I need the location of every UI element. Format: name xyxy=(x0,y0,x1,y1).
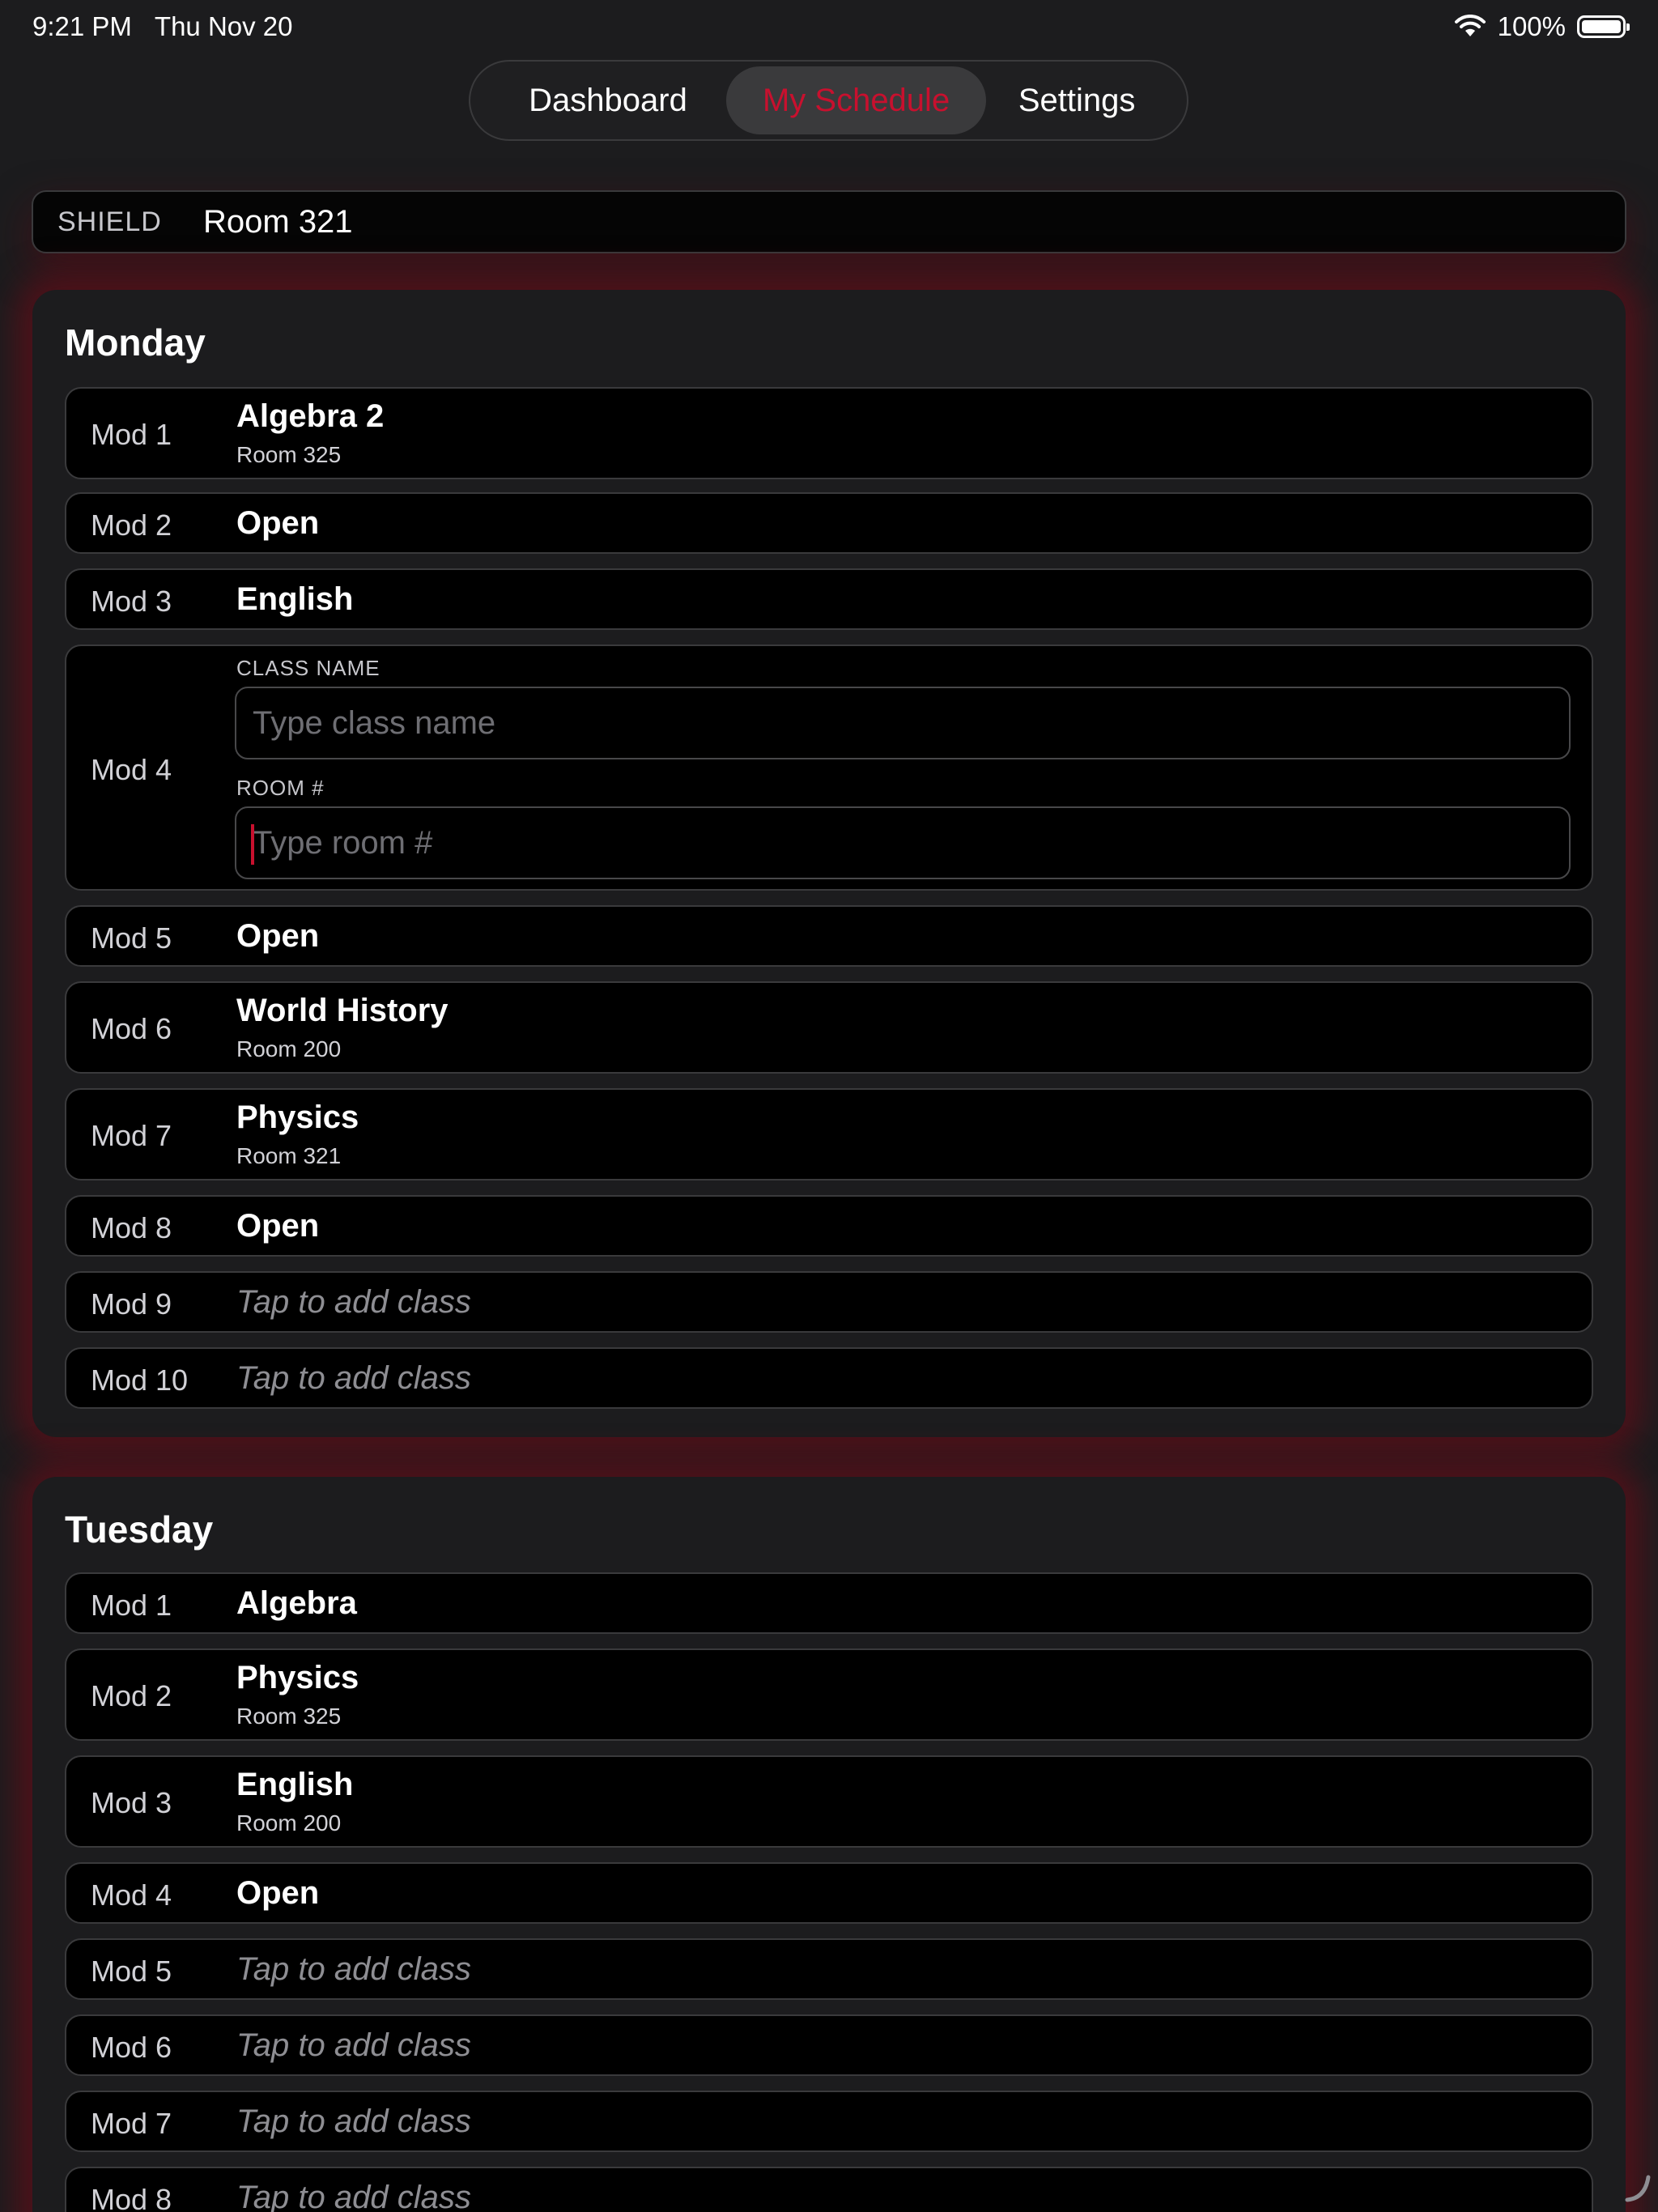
mod-label: Mod 8 xyxy=(91,2183,172,2212)
class-name: Algebra xyxy=(236,1585,357,1621)
room-number: Room 325 xyxy=(236,1704,342,1729)
class-name: Open xyxy=(236,505,320,541)
mod-label: Mod 3 xyxy=(91,585,172,618)
add-class-placeholder: Tap to add class xyxy=(236,1360,471,1396)
mod-label: Mod 9 xyxy=(91,1287,172,1321)
status-date: Thu Nov 20 xyxy=(154,11,293,41)
mod-row[interactable]: Mod 8 Tap to add class xyxy=(65,2167,1593,2212)
class-name: Open xyxy=(236,1875,320,1911)
mod-row[interactable]: Mod 2 Open xyxy=(65,492,1593,554)
shield-label: SHIELD xyxy=(57,206,162,237)
mod-label: Mod 2 xyxy=(91,1679,172,1712)
shield-row[interactable]: SHIELD Room 321 xyxy=(32,190,1626,253)
add-class-placeholder: Tap to add class xyxy=(236,2104,471,2139)
mod-row[interactable]: Mod 6 Tap to add class xyxy=(65,2014,1593,2076)
mod-row[interactable]: Mod 7 Tap to add class xyxy=(65,2091,1593,2152)
class-name: World History xyxy=(236,993,449,1028)
mod-label: Mod 6 xyxy=(91,2031,172,2064)
room-label: ROOM # xyxy=(236,776,325,800)
mod-row[interactable]: Mod 2 Physics Room 325 xyxy=(65,1648,1593,1741)
add-class-placeholder: Tap to add class xyxy=(236,2180,471,2212)
mod-label: Mod 1 xyxy=(91,1589,172,1622)
mod-label: Mod 10 xyxy=(91,1363,189,1397)
class-name-input[interactable] xyxy=(235,687,1571,759)
tab-my-schedule[interactable]: My Schedule xyxy=(725,66,987,134)
mod-label: Mod 1 xyxy=(91,418,172,451)
mod-row[interactable]: Mod 1 Algebra 2 Room 325 xyxy=(65,387,1593,479)
class-name: Open xyxy=(236,918,320,954)
mod-row[interactable]: Mod 9 Tap to add class xyxy=(65,1271,1593,1333)
mod-row[interactable]: Mod 7 Physics Room 321 xyxy=(65,1088,1593,1180)
class-name: Physics xyxy=(236,1660,359,1695)
room-number: Room 325 xyxy=(236,442,342,467)
mod-label: Mod 5 xyxy=(91,921,172,955)
day-card-tuesday: Tuesday Mod 1 Algebra Mod 2 Physics Room… xyxy=(32,1477,1626,2212)
mod-label: Mod 5 xyxy=(91,1955,172,1988)
mod-label: Mod 7 xyxy=(91,1119,172,1152)
mod-label: Mod 4 xyxy=(91,1878,172,1912)
mod-row[interactable]: Mod 3 English xyxy=(65,568,1593,630)
mod-row[interactable]: Mod 4 Open xyxy=(65,1862,1593,1924)
status-right: 100% xyxy=(1454,11,1630,42)
mod-label: Mod 7 xyxy=(91,2107,172,2140)
tab-dashboard[interactable]: Dashboard xyxy=(490,66,726,134)
room-input[interactable] xyxy=(235,806,1571,879)
mod-label: Mod 3 xyxy=(91,1786,172,1819)
room-number: Room 200 xyxy=(236,1810,342,1836)
mod-row[interactable]: Mod 3 English Room 200 xyxy=(65,1755,1593,1848)
status-time: 9:21 PM xyxy=(32,11,132,41)
day-title: Monday xyxy=(65,321,206,364)
resize-handle[interactable] xyxy=(1621,2171,1653,2207)
day-card-monday: Monday Mod 1 Algebra 2 Room 325 Mod 2 Op… xyxy=(32,290,1626,1437)
room-number: Room 321 xyxy=(236,1143,342,1168)
class-name: Algebra 2 xyxy=(236,398,385,434)
tab-settings[interactable]: Settings xyxy=(986,66,1167,134)
add-class-placeholder: Tap to add class xyxy=(236,1951,471,1987)
tab-bar: Dashboard My Schedule Settings xyxy=(469,60,1188,141)
text-cursor xyxy=(251,824,254,865)
status-bar: 9:21 PM Thu Nov 20 100% xyxy=(32,11,1630,47)
day-title: Tuesday xyxy=(65,1508,214,1551)
add-class-placeholder: Tap to add class xyxy=(236,1284,471,1320)
mod-row[interactable]: Mod 10 Tap to add class xyxy=(65,1347,1593,1409)
mod-row[interactable]: Mod 6 World History Room 200 xyxy=(65,981,1593,1074)
mod-row[interactable]: Mod 5 Tap to add class xyxy=(65,1938,1593,2000)
add-class-placeholder: Tap to add class xyxy=(236,2027,471,2063)
mod-row-editing: Mod 4 CLASS NAME ROOM # xyxy=(65,644,1593,891)
wifi-icon xyxy=(1454,15,1486,39)
mod-label: Mod 6 xyxy=(91,1012,172,1045)
mod-row[interactable]: Mod 5 Open xyxy=(65,905,1593,967)
battery-percent: 100% xyxy=(1497,11,1566,41)
class-name: English xyxy=(236,581,354,617)
mod-label: Mod 4 xyxy=(91,753,172,786)
class-name-label: CLASS NAME xyxy=(236,656,380,680)
class-name: English xyxy=(236,1767,354,1802)
class-name: Open xyxy=(236,1208,320,1244)
mod-label: Mod 8 xyxy=(91,1211,172,1244)
mod-row[interactable]: Mod 8 Open xyxy=(65,1195,1593,1257)
shield-room: Room 321 xyxy=(203,203,353,240)
battery-icon xyxy=(1577,15,1630,38)
schedule-screen: 9:21 PM Thu Nov 20 100% Dashboard My Sch… xyxy=(0,0,1658,2212)
mod-label: Mod 2 xyxy=(91,508,172,542)
status-left: 9:21 PM Thu Nov 20 xyxy=(32,11,293,42)
room-number: Room 200 xyxy=(236,1036,342,1061)
mod-row[interactable]: Mod 1 Algebra xyxy=(65,1572,1593,1634)
class-name: Physics xyxy=(236,1100,359,1135)
